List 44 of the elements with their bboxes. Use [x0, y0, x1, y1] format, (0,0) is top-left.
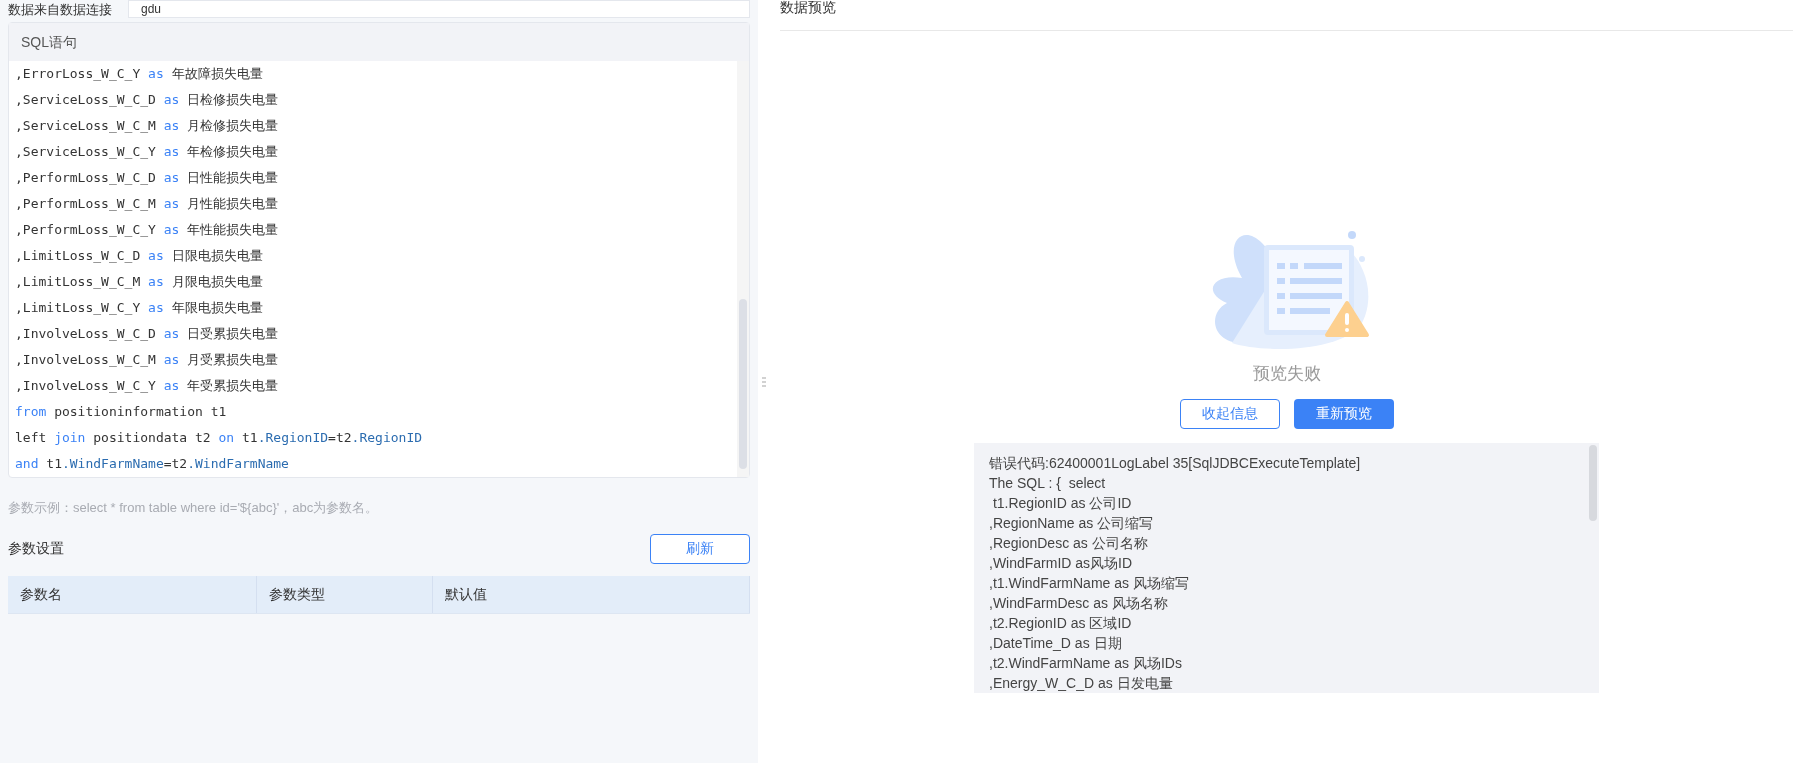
error-line: ,t1.WindFarmName as 风场缩写: [989, 573, 1189, 593]
scrollbar-thumb[interactable]: [739, 299, 747, 469]
error-line: 错误代码:62400001LogLabel 35[SqlJDBCExecuteTemplate]: [989, 453, 1361, 473]
error-line: ,WindFarmDesc as 风场名称: [989, 593, 1168, 613]
refresh-button[interactable]: 刷新: [650, 533, 750, 564]
column-header: 参数名: [8, 575, 257, 613]
preview-title: 数据预览: [780, 0, 836, 14]
code-line: ,InvolveLoss_W_C_M as 月受累损失电量: [15, 351, 279, 369]
code-line: ,ServiceLoss_W_C_M as 月检修损失电量: [15, 117, 279, 135]
code-line: ,PerformLoss_W_C_Y as 年性能损失电量: [15, 221, 279, 239]
code-line: ,PerformLoss_W_C_M as 月性能损失电量: [15, 195, 279, 213]
code-line: ,LimitLoss_W_C_M as 月限电损失电量: [15, 273, 263, 291]
sql-title: SQL语句: [21, 32, 77, 52]
code-line: ,LimitLoss_W_C_D as 日限电损失电量: [15, 247, 263, 265]
code-line: ,ServiceLoss_W_C_D as 日检修损失电量: [15, 91, 279, 109]
code-line: left join positiondata t2 on t1.RegionID=t2.RegionID: [15, 429, 423, 447]
collapse-info-button[interactable]: 收起信息: [1179, 398, 1280, 429]
retry-preview-button[interactable]: 重新预览: [1293, 398, 1394, 429]
error-line: t1.RegionID as 公司ID: [991, 493, 1132, 513]
code-line: ,ServiceLoss_W_C_Y as 年检修损失电量: [15, 143, 279, 161]
code-line: ,InvolveLoss_W_C_Y as 年受累损失电量: [15, 377, 279, 395]
error-line: ,t2.WindFarmName as 风场IDs: [989, 653, 1182, 673]
error-line: ,WindFarmID as风场ID: [989, 553, 1133, 573]
error-line: ,RegionDesc as 公司名称: [989, 533, 1148, 553]
source-field[interactable]: gdu: [128, 0, 750, 18]
error-line: ,Energy_W_C_D as 日发电量: [989, 673, 1173, 693]
code-line: ,LimitLoss_W_C_Y as 年限电损失电量: [15, 299, 263, 317]
resize-handle[interactable]: [762, 375, 766, 388]
column-header: 参数类型: [257, 575, 433, 613]
parameter-hint: 参数示例：select * from table where id='${abc}'，abc为参数名。: [8, 499, 380, 517]
code-line: ,ErrorLoss_W_C_Y as 年故障损失电量: [15, 65, 263, 83]
parameter-settings-title: 参数设置: [8, 539, 64, 558]
column-header: 默认值: [433, 575, 750, 613]
source-label: 数据来自数据连接: [8, 2, 112, 16]
error-line: ,RegionName as 公司缩写: [989, 513, 1154, 533]
scrollbar-thumb[interactable]: [1589, 444, 1597, 521]
code-line: ,PerformLoss_W_C_D as 日性能损失电量: [15, 169, 279, 187]
code-line: ,InvolveLoss_W_C_D as 日受累损失电量: [15, 325, 279, 343]
code-line: from positioninformation t1: [15, 403, 227, 421]
error-line: ,t2.RegionID as 区域ID: [989, 613, 1132, 633]
preview-status: 预览失败: [1252, 363, 1321, 385]
code-line: and t1.WindFarmName=t2.WindFarmName: [15, 455, 289, 473]
error-line: ,DateTime_D as 日期: [989, 633, 1122, 653]
error-line: The SQL : { select: [989, 473, 1106, 493]
